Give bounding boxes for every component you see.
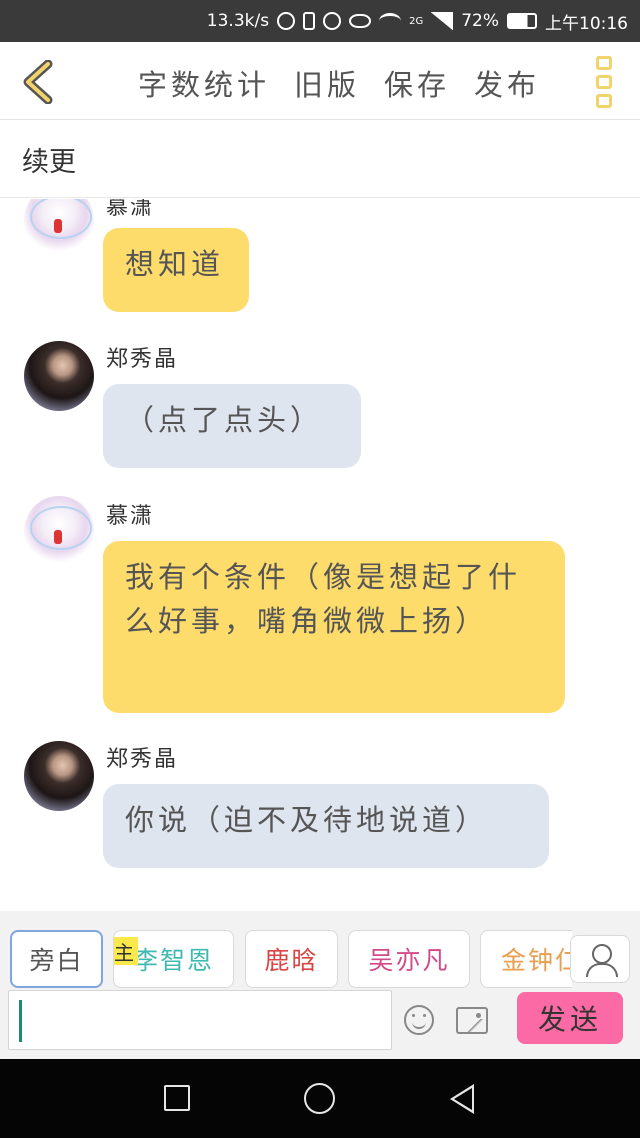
message-bubble[interactable]: 想知道 (103, 228, 249, 312)
chat-list[interactable]: 慕潇 想知道 郑秀晶 （点了点头） 慕潇 我有个条件（像是想起了什么好事，嘴角微… (0, 199, 640, 911)
wifi-icon (379, 13, 402, 29)
character-label: 吴亦凡 (368, 946, 450, 975)
character-list[interactable]: 旁白 主 李智恩 鹿晗 吴亦凡 金钟仁 (0, 911, 572, 989)
editor-toolbar: 字数统计 旧版 保存 发布 (0, 42, 640, 120)
chapter-title: 续更 (22, 147, 76, 178)
menu-dot (596, 75, 612, 89)
status-bar: 13.3k/s 2G 72% 上午10:16 (0, 0, 640, 42)
character-label: 旁白 (29, 946, 84, 975)
speaker-name: 慕潇 (106, 504, 155, 529)
speaker-name: 郑秀晶 (106, 347, 179, 372)
character-chip[interactable]: 鹿晗 (245, 930, 338, 988)
home-icon[interactable] (304, 1083, 335, 1114)
save-button[interactable]: 保存 (384, 62, 450, 104)
character-chip-narrator[interactable]: 旁白 (10, 930, 103, 988)
toolbar-actions: 字数统计 旧版 保存 发布 (138, 62, 540, 104)
character-label: 金钟仁 (501, 946, 572, 975)
alarm-icon (323, 12, 342, 30)
net-speed: 13.3k/s (206, 11, 270, 31)
eye-icon (349, 14, 372, 28)
menu-dot (596, 94, 612, 108)
vibrate-icon (303, 12, 316, 30)
message-input[interactable] (8, 990, 392, 1050)
battery-icon (507, 13, 537, 29)
battery-percent: 72% (461, 11, 499, 31)
back-icon[interactable] (450, 1084, 474, 1114)
clock: 上午10:16 (545, 13, 628, 34)
more-vertical-icon[interactable] (596, 56, 612, 108)
image-icon[interactable] (456, 1007, 488, 1034)
character-chip[interactable]: 金钟仁 (480, 930, 572, 988)
avatar[interactable] (24, 496, 94, 566)
chapter-title-row[interactable]: 续更 (0, 120, 640, 198)
message-bubble[interactable]: （点了点头） (103, 384, 361, 468)
word-count-button[interactable]: 字数统计 (138, 62, 270, 104)
network-type: 2G (409, 15, 424, 27)
person-icon[interactable] (570, 935, 630, 983)
avatar[interactable] (24, 199, 94, 255)
character-label: 鹿晗 (264, 946, 319, 975)
chevron-left-icon[interactable] (20, 60, 60, 104)
send-button[interactable]: 发送 (517, 992, 623, 1044)
character-chip[interactable]: 吴亦凡 (348, 930, 470, 988)
system-nav-bar (0, 1059, 640, 1138)
menu-dot (596, 56, 612, 70)
protagonist-tag: 主 (114, 937, 138, 965)
speaker-name: 郑秀晶 (106, 747, 179, 772)
emoji-icon[interactable] (404, 1005, 434, 1035)
composer: 发送 (0, 989, 640, 1059)
avatar[interactable] (24, 741, 94, 811)
hd-icon (277, 12, 296, 30)
signal-icon (431, 12, 454, 30)
recent-apps-icon[interactable] (164, 1085, 190, 1111)
message-bubble[interactable]: 我有个条件（像是想起了什么好事，嘴角微微上扬） (103, 541, 565, 713)
character-bar: 旁白 主 李智恩 鹿晗 吴亦凡 金钟仁 (0, 911, 640, 989)
avatar[interactable] (24, 341, 94, 411)
character-label: 李智恩 (132, 946, 214, 975)
message-bubble[interactable]: 你说（迫不及待地说道） (103, 784, 549, 868)
publish-button[interactable]: 发布 (474, 62, 540, 104)
speaker-name: 慕潇 (106, 199, 155, 220)
character-chip[interactable]: 主 李智恩 (113, 930, 234, 988)
old-version-button[interactable]: 旧版 (294, 62, 360, 104)
